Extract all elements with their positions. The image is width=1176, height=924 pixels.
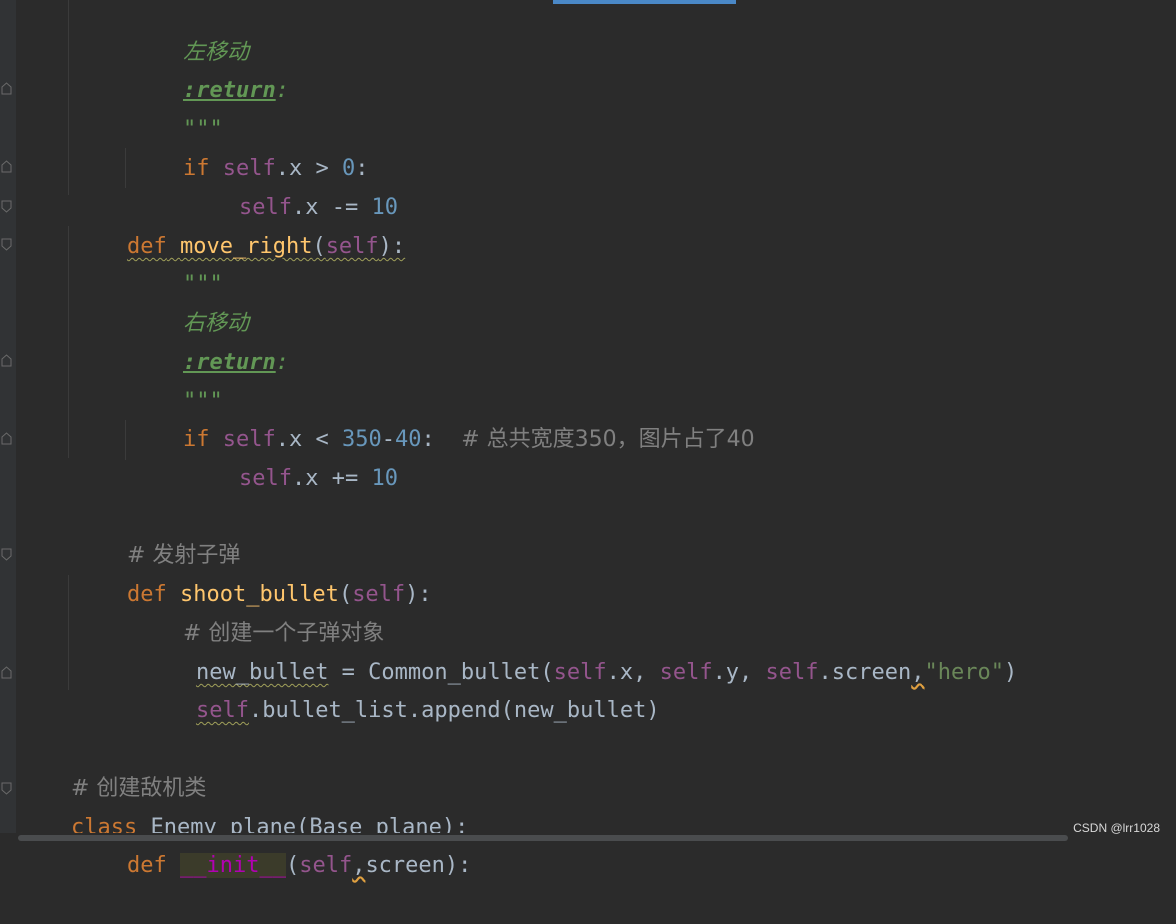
code-text: , xyxy=(911,660,925,685)
number-literal: 40 xyxy=(394,427,422,452)
code-text: , xyxy=(352,853,366,878)
code-line: :return: xyxy=(130,32,289,103)
editor-gutter xyxy=(0,0,16,843)
horizontal-scrollbar[interactable] xyxy=(0,833,1176,843)
watermark: CSDN @lrr1028 xyxy=(1073,821,1160,835)
code-line: """ xyxy=(130,343,223,414)
indent-guide xyxy=(68,575,69,690)
self-ref: self xyxy=(659,660,713,685)
code-line: def shoot_bullet(self): xyxy=(74,536,432,607)
code-text: .screen xyxy=(818,660,912,685)
code-line: # 创建一个子弹对象 xyxy=(130,575,384,646)
code-line: self.x -= 10 xyxy=(186,149,398,220)
code-text: ( xyxy=(285,853,300,878)
fold-end-icon[interactable] xyxy=(1,354,12,367)
code-editor[interactable]: 左移动 :return: """ if self.x > 0: self.x -… xyxy=(0,0,1176,878)
code-line: :return: xyxy=(130,304,289,375)
code-text: .x += xyxy=(291,466,372,491)
code-text: .bullet_list.append(new_bullet) xyxy=(248,698,660,723)
code-text: .y, xyxy=(712,660,766,685)
scrollbar-thumb[interactable] xyxy=(18,835,1068,841)
code-line: def move_right(self): xyxy=(74,188,405,259)
indent-guide xyxy=(125,148,126,188)
docstring-colon: : xyxy=(275,78,289,103)
self-ref: self xyxy=(765,660,819,685)
self-ref: self xyxy=(325,234,379,259)
code-line: # 创建敌机类 xyxy=(18,730,206,801)
number-literal: 10 xyxy=(371,466,398,491)
code-text: screen): xyxy=(365,853,472,878)
code-line: # 发射子弹 xyxy=(74,497,240,568)
fold-start-icon[interactable] xyxy=(1,782,12,795)
code-text: ): xyxy=(405,582,432,607)
code-line: new_bullet = Common_bullet(self.x, self.… xyxy=(143,614,1017,685)
code-text: : xyxy=(421,427,462,452)
self-ref: self xyxy=(299,853,353,878)
fold-start-icon[interactable] xyxy=(1,238,12,251)
code-line: self.x += 10 xyxy=(186,420,398,491)
keyword-def: def xyxy=(126,853,167,878)
fold-end-icon[interactable] xyxy=(1,160,12,173)
fold-end-icon[interactable] xyxy=(1,666,12,679)
string-literal: "hero" xyxy=(924,660,1004,685)
indent-guide xyxy=(68,0,69,195)
fold-end-icon[interactable] xyxy=(1,432,12,445)
self-ref: self xyxy=(238,466,292,491)
code-line: self.bullet_list.append(new_bullet) xyxy=(143,652,660,723)
indent-guide xyxy=(125,420,126,460)
code-line: class Enemy_plane(Base_plane): xyxy=(18,769,468,840)
active-tab-indicator xyxy=(553,0,736,4)
dunder-method: __init__ xyxy=(179,853,286,878)
code-line: if self.x < 350-40: # 总共宽度350，图片占了40 xyxy=(130,381,755,452)
code-text: ( xyxy=(312,234,326,259)
code-line: if self.x > 0: xyxy=(130,110,368,181)
fold-start-icon[interactable] xyxy=(1,548,12,561)
code-text: ) xyxy=(1003,660,1018,685)
fold-start-icon[interactable] xyxy=(1,200,12,213)
inline-comment: # 总共宽度350，图片占了40 xyxy=(461,427,755,452)
fold-end-icon[interactable] xyxy=(1,82,12,95)
code-line: """ xyxy=(130,71,223,142)
code-line: 左移动 xyxy=(130,0,249,65)
code-text: ): xyxy=(378,234,406,259)
code-line: 右移动 xyxy=(130,265,249,336)
code-line: """ xyxy=(130,226,223,297)
docstring-colon: : xyxy=(275,350,289,375)
indent-guide xyxy=(68,226,69,458)
self-ref: self xyxy=(195,698,249,723)
